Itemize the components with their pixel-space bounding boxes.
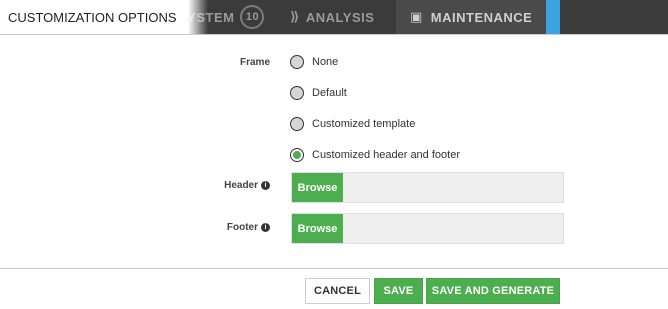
bg-tab-analysis: ⟫ ANALYSIS (290, 0, 374, 34)
radio-none[interactable]: None (290, 55, 338, 69)
radio-customized-template-circle[interactable] (290, 117, 304, 131)
header-divider (0, 34, 668, 35)
save-button[interactable]: SAVE (374, 278, 423, 304)
radio-selected-dot (293, 151, 301, 159)
footer-divider (0, 268, 668, 269)
cancel-button[interactable]: CANCEL (305, 278, 370, 304)
radio-default-label: Default (312, 87, 347, 99)
chart-icon: ⟫ (290, 9, 300, 24)
radio-customized-header-footer-circle[interactable] (290, 148, 304, 162)
frame-label: Frame (240, 57, 270, 68)
radio-customized-template[interactable]: Customized template (290, 117, 415, 131)
header-file-field[interactable]: Browse (291, 172, 564, 203)
footer-label-text: Footer (226, 222, 258, 233)
frame-label-text: Frame (239, 57, 270, 68)
radio-customized-header-footer[interactable]: Customized header and footer (290, 148, 460, 162)
bg-tab-system-badge: 10 (240, 5, 265, 29)
modal-title: CUSTOMIZATION OPTIONS (0, 0, 208, 34)
info-icon[interactable]: i (261, 223, 270, 232)
header-label-text: Header (224, 180, 258, 191)
header-browse-button[interactable]: Browse (292, 173, 343, 202)
footer-browse-button[interactable]: Browse (292, 214, 343, 243)
bg-tab-analysis-label: ANALYSIS (305, 9, 375, 25)
footer-file-value (343, 214, 563, 243)
radio-customized-header-footer-label: Customized header and footer (312, 149, 460, 161)
header-file-value (343, 173, 563, 202)
radio-default-circle[interactable] (290, 86, 304, 100)
radio-none-label: None (312, 56, 339, 68)
radio-none-circle[interactable] (290, 55, 304, 69)
save-and-generate-button[interactable]: SAVE AND GENERATE (426, 278, 560, 304)
bg-tab-maintenance: ▣ MAINTENANCE (396, 0, 548, 34)
header-label: Header i (224, 180, 270, 191)
radio-default[interactable]: Default (290, 86, 347, 100)
footer-label: Footer i (227, 222, 270, 233)
radio-customized-template-label: Customized template (312, 118, 416, 130)
wrench-icon: ▣ (410, 9, 423, 24)
footer-file-field[interactable]: Browse (291, 213, 564, 244)
bg-accent-tab (546, 0, 560, 34)
bg-tab-maintenance-label: MAINTENANCE (430, 9, 533, 25)
info-icon[interactable]: i (261, 181, 270, 190)
